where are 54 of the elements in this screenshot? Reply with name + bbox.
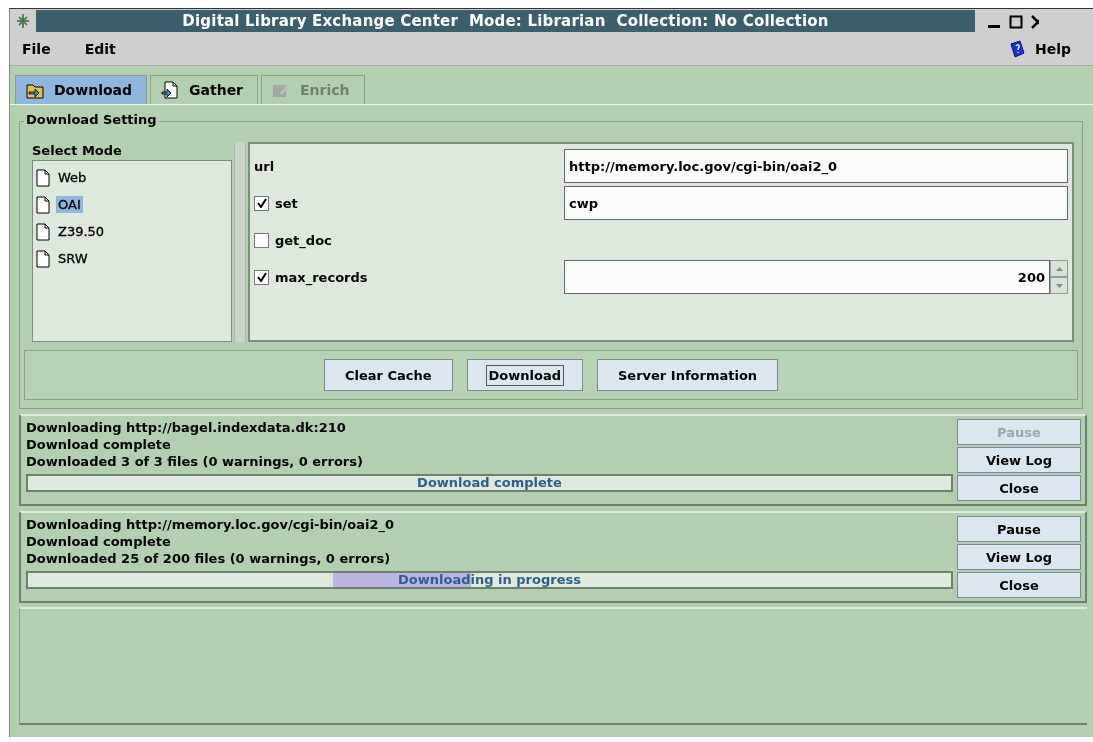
option-label: max_records [275,269,368,285]
status-text: Downloaded 25 of 200 files (0 warnings, 0 errors) [26,550,392,567]
group-title: Download Setting [24,112,159,127]
checkbox[interactable] [254,269,269,285]
document-icon [36,168,50,187]
document-icon [36,222,50,241]
spin-up-button[interactable] [1050,260,1068,277]
text-field[interactable]: cwp [564,186,1068,220]
folder-arrow-icon [26,81,46,99]
down-arrow-icon [1055,283,1063,288]
menu-item[interactable]: File [22,41,51,57]
action-button[interactable]: Pause [957,516,1081,542]
app-icon [15,13,31,29]
check-icon [256,272,267,282]
status-text: Downloading http://memory.loc.gov/cgi-bin/oai2_0 [26,516,396,533]
menu-item[interactable]: Edit [84,41,116,57]
progress-text: Downloading in progress [398,573,581,587]
tab[interactable]: Gather [150,75,259,104]
status-text: Download complete [26,436,172,453]
close-icon[interactable] [1031,13,1039,29]
text-field[interactable]: http://memory.loc.gov/cgi-bin/oai2_0 [564,149,1068,183]
list-item[interactable]: SRW [56,250,90,267]
action-button[interactable]: Close [957,475,1081,501]
list-item[interactable]: Web [56,169,89,186]
tab[interactable]: Download [15,75,148,104]
document-icon [36,249,50,268]
status-text: Downloading http://bagel.indexdata.dk:210 [26,419,347,436]
number-field[interactable]: 200 [564,260,1050,294]
option-label: url [254,158,275,174]
list-title: Select Mode [32,142,123,160]
document-icon [36,195,50,214]
splitter-handle[interactable] [234,142,246,342]
window-title: Digital Library Exchange Center Mode: Librarian Collection: No Collection [36,10,975,32]
option-label: set [275,195,298,211]
status-text: Downloaded 3 of 3 files (0 warnings, 0 errors) [26,453,364,470]
spin-down-button[interactable] [1050,277,1068,294]
list-item[interactable]: Z39.50 [56,223,107,240]
action-button[interactable]: View Log [957,544,1081,570]
action-button[interactable]: View Log [957,447,1081,473]
maximize-icon[interactable] [1009,13,1023,29]
check-icon [256,198,267,208]
checkbox[interactable] [254,195,269,211]
list-item[interactable]: OAI [56,196,83,213]
help-menu[interactable]: Help [1009,40,1093,58]
checkbox[interactable] [254,232,269,248]
up-arrow-icon [1055,266,1063,271]
action-button[interactable]: Clear Cache [323,359,453,391]
action-button[interactable]: Close [957,572,1081,598]
pencil-icon [272,81,293,99]
action-button[interactable]: Download [466,359,583,391]
status-text: Download complete [26,533,172,550]
action-button[interactable]: Server Information [597,359,779,391]
option-label: get_doc [275,232,332,248]
book-icon [1009,40,1025,58]
